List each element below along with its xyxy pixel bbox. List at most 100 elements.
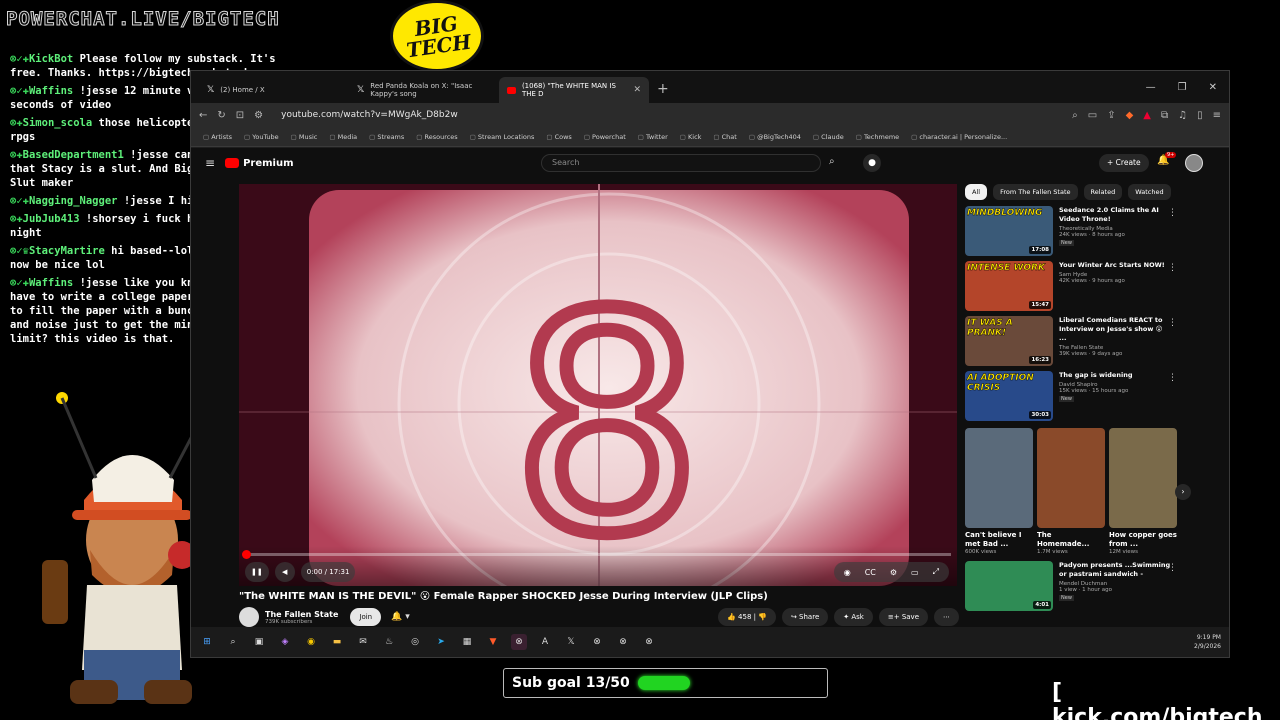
autoplay-toggle[interactable]: ◉ — [844, 568, 851, 577]
more-options-icon[interactable]: ⋮ — [1168, 318, 1177, 328]
recommendation-item[interactable]: AI ADOPTION CRISIS 30:03 The gap is widen… — [965, 371, 1205, 424]
more-options-icon[interactable]: ⋮ — [1168, 263, 1177, 273]
bookmark-icon[interactable]: ⊡ — [236, 110, 244, 121]
brave-icon[interactable]: ▼ — [485, 634, 501, 650]
bookmark-item[interactable]: Artists — [203, 133, 232, 141]
bookmark-item[interactable]: Twitter — [638, 133, 668, 141]
like-button[interactable]: 👍 458 | 👎 — [718, 608, 776, 626]
miniplayer-icon[interactable]: ▭ — [911, 568, 919, 577]
video-thumbnail[interactable]: 4:01 — [965, 561, 1053, 611]
fullscreen-icon[interactable]: ⤢ — [933, 567, 939, 577]
obs-icon[interactable]: ◎ — [407, 634, 423, 650]
copilot-icon[interactable]: ◈ — [277, 634, 293, 650]
video-thumbnail[interactable]: INTENSE WORK 15:47 — [965, 261, 1053, 311]
chat-username[interactable]: Simon_scola — [23, 117, 93, 129]
calendar-icon[interactable]: ▦ — [459, 634, 475, 650]
short-item[interactable]: The Homemade... 1.7M views — [1037, 428, 1105, 555]
youtube-logo[interactable]: Premium — [225, 158, 294, 169]
tab-x-home[interactable]: 𝕏 (2) Home / X — [199, 77, 349, 103]
maximize-icon[interactable]: ❐ — [1178, 82, 1187, 93]
bookmark-item[interactable]: Techmeme — [856, 133, 899, 141]
filter-chip[interactable]: From The Fallen State — [993, 184, 1078, 200]
progress-knob[interactable] — [242, 550, 251, 559]
bookmark-item[interactable]: Media — [329, 133, 358, 141]
volume-icon[interactable]: ◀ — [274, 562, 295, 582]
short-thumbnail[interactable] — [1037, 428, 1105, 528]
channel-avatar[interactable] — [239, 607, 259, 627]
chevron-right-icon[interactable]: › — [1175, 484, 1191, 500]
bookmark-item[interactable]: @BigTech404 — [749, 133, 801, 141]
short-item[interactable]: Can't believe I met Bad ... 600K views — [965, 428, 1033, 555]
settings-icon[interactable]: ⚙ — [890, 568, 897, 577]
bookmark-item[interactable]: Claude — [813, 133, 844, 141]
bookmark-item[interactable]: Cows — [546, 133, 572, 141]
rewards-icon[interactable]: ▲ — [1143, 110, 1151, 121]
close-window-icon[interactable]: ✕ — [1209, 82, 1217, 93]
share-icon[interactable]: ⇪ — [1107, 110, 1115, 121]
x-icon[interactable]: 𝕏 — [563, 634, 579, 650]
short-thumbnail[interactable] — [965, 428, 1033, 528]
new-tab-button[interactable]: + — [649, 81, 677, 103]
tab-x-redpanda[interactable]: 𝕏 Red Panda Koala on X: "Isaac Kappy's so… — [349, 77, 499, 103]
video-thumbnail[interactable]: AI ADOPTION CRISIS 30:03 — [965, 371, 1053, 421]
menu-icon[interactable]: ≡ — [1213, 110, 1221, 121]
minimize-icon[interactable]: — — [1146, 82, 1156, 93]
close-tab-icon[interactable]: ✕ — [633, 85, 641, 95]
more-options-icon[interactable]: ⋮ — [1168, 208, 1177, 218]
reload-icon[interactable]: ↻ — [217, 110, 225, 121]
bookmark-item[interactable]: Streams — [369, 133, 404, 141]
video-thumbnail[interactable]: MINDBLOWING 17:08 — [965, 206, 1053, 256]
brave-shield-icon[interactable]: ◆ — [1126, 110, 1134, 121]
search-icon[interactable]: ⌕ — [225, 634, 241, 650]
back-icon[interactable]: ← — [199, 110, 207, 121]
bookmark-item[interactable]: Resources — [416, 133, 457, 141]
hamburger-menu-icon[interactable]: ≡ — [205, 156, 215, 170]
more-options-icon[interactable]: ⋯ — [934, 608, 959, 626]
font-app-icon[interactable]: A — [537, 634, 553, 650]
windows-start-icon[interactable]: ⊞ — [199, 634, 215, 650]
ask-button[interactable]: ✦ Ask — [834, 608, 873, 626]
bookmark-item[interactable]: Music — [291, 133, 318, 141]
bookmark-item[interactable]: character.ai | Personalize... — [911, 133, 1007, 141]
x-app-icon[interactable]: ⊗ — [641, 634, 657, 650]
sidebar-icon[interactable]: ▯ — [1197, 110, 1203, 121]
filter-chip[interactable]: Related — [1083, 184, 1123, 200]
bookmark-item[interactable]: Kick — [680, 133, 701, 141]
subscribe-bell-icon[interactable]: 🔔 ▾ — [391, 612, 410, 622]
cast-icon[interactable]: ▭ — [1088, 110, 1097, 121]
create-button[interactable]: + Create — [1099, 154, 1149, 172]
chat-username[interactable]: Waffins — [29, 85, 73, 97]
mic-icon[interactable]: ● — [863, 154, 881, 172]
tab-youtube[interactable]: (1068) "The WHITE MAN IS THE D ✕ — [499, 77, 649, 103]
zoom-icon[interactable]: ⌕ — [1072, 110, 1078, 121]
steam-icon[interactable]: ♨ — [381, 634, 397, 650]
chat-username[interactable]: Waffins — [29, 277, 73, 289]
chrome-icon[interactable]: ◉ — [303, 634, 319, 650]
chat-username[interactable]: BasedDepartment1 — [23, 149, 124, 161]
site-info-icon[interactable]: ⚙ — [254, 110, 263, 121]
telegram-icon[interactable]: ➤ — [433, 634, 449, 650]
bookmark-item[interactable]: Chat — [713, 133, 737, 141]
more-options-icon[interactable]: ⋮ — [1168, 373, 1177, 383]
filter-chip[interactable]: Watched — [1128, 184, 1171, 200]
subtitles-icon[interactable]: CC — [865, 568, 876, 577]
chat-username[interactable]: KickBot — [29, 53, 73, 65]
save-button[interactable]: ≡+ Save — [878, 608, 928, 626]
x-app-icon[interactable]: ⊗ — [615, 634, 631, 650]
short-item[interactable]: How copper goes from ... 12M views — [1109, 428, 1177, 555]
video-thumbnail[interactable]: IT WAS A PRANK! 16:23 — [965, 316, 1053, 366]
share-button[interactable]: ↪ Share — [781, 608, 829, 626]
channel-name[interactable]: The Fallen State — [265, 610, 338, 619]
file-explorer-icon[interactable]: ▬ — [329, 634, 345, 650]
recommendation-item[interactable]: 4:01 Padyom presents ...Swimming or past… — [965, 561, 1205, 614]
task-view-icon[interactable]: ▣ — [251, 634, 267, 650]
avatar[interactable] — [1185, 154, 1203, 172]
recommendation-item[interactable]: MINDBLOWING 17:08 Seedance 2.0 Claims the… — [965, 206, 1205, 259]
bookmark-item[interactable]: YouTube — [244, 133, 278, 141]
pause-button[interactable]: ❚❚ — [245, 562, 269, 582]
x-app-icon[interactable]: ⊗ — [589, 634, 605, 650]
address-bar[interactable]: youtube.com/watch?v=MWgAk_D8b2w — [281, 110, 721, 120]
search-input[interactable]: Search — [541, 154, 821, 172]
recommendation-item[interactable]: INTENSE WORK 15:47 Your Winter Arc Starts… — [965, 261, 1205, 314]
recommendation-item[interactable]: IT WAS A PRANK! 16:23 Liberal Comedians R… — [965, 316, 1205, 369]
